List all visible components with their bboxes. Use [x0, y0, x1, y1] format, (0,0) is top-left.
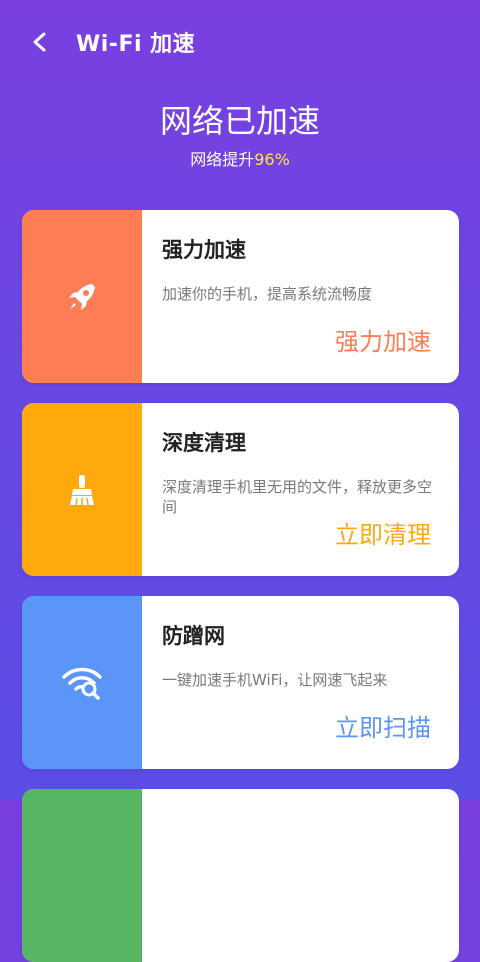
speedup-subtitle-prefix: 网络提升	[190, 150, 255, 169]
card-power-boost[interactable]: 强力加速 加速你的手机，提高系统流畅度 强力加速	[22, 210, 459, 383]
wifi-scan-icon	[62, 667, 102, 700]
card-power-boost-icon-panel	[22, 210, 142, 383]
scan-network-button[interactable]: 立即扫描	[335, 708, 431, 743]
rocket-icon	[69, 283, 95, 310]
card-anti-freeloader[interactable]: 防蹭网 一键加速手机WiFi，让网速飞起来 立即扫描	[22, 596, 459, 769]
card-description: 一键加速手机WiFi，让网速飞起来	[162, 671, 388, 689]
card-deep-clean[interactable]: 深度清理 深度清理手机里无用的文件，释放更多空间 立即清理	[22, 403, 459, 576]
card-anti-freeloader-icon-panel	[22, 596, 142, 769]
card-title: 防蹭网	[162, 624, 225, 648]
card-description: 深度清理手机里无用的文件，释放更多空间	[162, 478, 433, 516]
card-title: 强力加速	[162, 238, 246, 262]
back-button[interactable]	[20, 22, 60, 62]
card-partial-icon-panel	[22, 789, 142, 962]
page-title: Wi-Fi 加速	[76, 32, 196, 57]
chevron-left-icon	[33, 32, 46, 52]
speedup-status-title: 网络已加速	[159, 102, 320, 140]
card-partial[interactable]	[22, 789, 459, 962]
card-deep-clean-icon-panel	[22, 403, 142, 576]
card-title: 深度清理	[162, 431, 246, 455]
power-boost-button[interactable]: 强力加速	[335, 322, 431, 357]
card-description: 加速你的手机，提高系统流畅度	[162, 285, 373, 303]
top-bar: Wi-Fi 加速	[0, 0, 480, 80]
deep-clean-button[interactable]: 立即清理	[335, 515, 431, 550]
speedup-status-subtitle: 网络提升96%	[0, 146, 480, 170]
speedup-percentage: 96%	[254, 150, 290, 169]
broom-icon	[70, 474, 94, 505]
